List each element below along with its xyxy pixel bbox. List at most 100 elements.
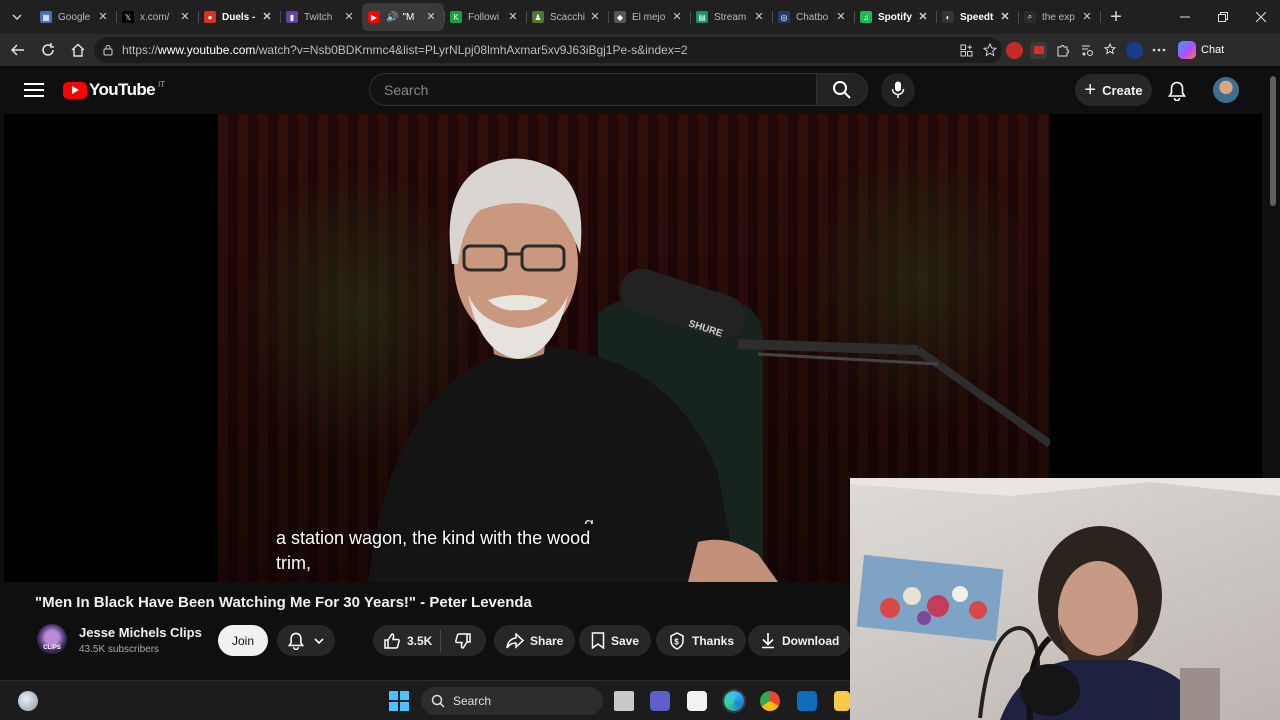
tab-close-icon[interactable]: ✕ xyxy=(752,10,766,24)
site-info-icon[interactable] xyxy=(102,44,114,56)
tab-close-icon[interactable]: ✕ xyxy=(424,10,438,24)
address-bar[interactable]: https://www.youtube.com/watch?v=Nsb0BDKm… xyxy=(94,37,1002,63)
task-view-icon[interactable] xyxy=(614,691,634,711)
favorite-star-button[interactable] xyxy=(982,42,998,58)
browser-tab[interactable]: ⌕ the exp ✕ xyxy=(1018,3,1101,31)
voice-search-button[interactable] xyxy=(881,73,915,107)
browser-tab[interactable]: ● Duels - ✕ xyxy=(198,3,281,31)
share-label: Share xyxy=(530,633,564,648)
download-label: Download xyxy=(782,633,840,648)
browser-tab[interactable]: K Followi ✕ xyxy=(444,3,527,31)
browser-tab[interactable]: ♫ Spotify ✕ xyxy=(854,3,937,31)
edge-browser-icon[interactable] xyxy=(722,689,746,713)
tab-close-icon[interactable]: ✕ xyxy=(916,10,930,24)
arrow-left-icon xyxy=(11,44,24,56)
teams-icon[interactable] xyxy=(650,691,670,711)
taskbar-search[interactable]: Search xyxy=(421,687,603,715)
browser-tab[interactable]: ◆ El mejo ✕ xyxy=(608,3,691,31)
youtube-masthead: YouTube IT Search + Create xyxy=(0,66,1266,114)
join-button[interactable]: Join xyxy=(218,625,268,656)
browser-tab[interactable]: 𝕏x.com/ ✕ xyxy=(116,3,199,31)
browser-tab[interactable]: ◎ Chatbo ✕ xyxy=(772,3,855,31)
save-button[interactable]: Save xyxy=(579,625,652,656)
file-explorer-icon[interactable] xyxy=(834,691,850,711)
tab-title: Scacchi xyxy=(550,11,586,23)
new-tab-button[interactable]: + xyxy=(1102,3,1130,31)
browser-tab[interactable]: ◐ Speedt ✕ xyxy=(936,3,1019,31)
tab-favicon-icon: ♟ xyxy=(532,11,544,23)
tab-favicon-icon: ▶ xyxy=(368,11,380,23)
tab-close-icon[interactable]: ✕ xyxy=(1080,10,1094,24)
subscription-notifications-button[interactable] xyxy=(277,625,335,656)
tab-close-icon[interactable]: ✕ xyxy=(670,10,684,24)
thanks-button[interactable]: $ Thanks xyxy=(656,625,747,656)
notifications-button[interactable] xyxy=(1164,78,1190,104)
search-button[interactable] xyxy=(816,73,868,106)
close-window-button[interactable] xyxy=(1242,0,1280,34)
search-icon xyxy=(431,694,445,708)
tab-close-icon[interactable]: ✕ xyxy=(506,10,520,24)
download-button[interactable]: Download xyxy=(748,625,852,656)
microsoft-store-icon[interactable] xyxy=(687,691,707,711)
browser-tab[interactable]: ▶ 🔊 "M ✕ xyxy=(362,3,445,31)
tab-favicon-icon: ♫ xyxy=(860,11,872,23)
start-button[interactable] xyxy=(389,691,409,711)
extensions-icon[interactable] xyxy=(1054,42,1071,59)
account-avatar[interactable] xyxy=(1213,77,1239,103)
tab-title: Google xyxy=(58,11,91,23)
search-input[interactable]: Search xyxy=(369,73,816,106)
webcam-feed-illustration xyxy=(850,478,1280,720)
tab-close-icon[interactable]: ✕ xyxy=(588,10,602,24)
dislike-button[interactable] xyxy=(441,625,485,656)
tab-list-button[interactable] xyxy=(4,4,30,30)
tab-close-icon[interactable]: ✕ xyxy=(834,10,848,24)
tab-close-icon[interactable]: ✕ xyxy=(96,10,110,24)
browser-tab[interactable]: ▤ Stream ✕ xyxy=(690,3,773,31)
favorites-icon[interactable] xyxy=(1102,42,1119,59)
tab-favicon-icon: ● xyxy=(204,11,216,23)
app-available-icon[interactable] xyxy=(958,42,974,58)
url-path: /watch?v=Nsb0BDKmmc4&list=PLyrNLpj08lmhA… xyxy=(255,43,688,57)
ellipsis-icon xyxy=(1152,48,1165,52)
thumbs-up-icon xyxy=(384,632,400,649)
channel-avatar[interactable]: CLIPS xyxy=(37,624,67,654)
tab-close-icon[interactable]: ✕ xyxy=(260,10,274,24)
channel-name[interactable]: Jesse Michels Clips xyxy=(79,625,202,640)
tab-title: Spotify xyxy=(878,11,912,23)
copilot-chat-button[interactable]: Chat xyxy=(1178,41,1224,59)
guide-menu-button[interactable] xyxy=(22,78,46,102)
share-button[interactable]: Share xyxy=(494,625,576,656)
tab-title: x.com/ xyxy=(140,11,170,23)
browser-tab[interactable]: ▦ Google ✕ xyxy=(34,3,117,31)
like-button[interactable]: 3.5K xyxy=(373,629,441,652)
more-options-icon[interactable] xyxy=(1150,42,1167,59)
webcam-overlay xyxy=(850,478,1280,720)
hamburger-line xyxy=(24,83,44,85)
tab-favicon-icon: ◎ xyxy=(778,11,790,23)
home-button[interactable] xyxy=(64,36,92,64)
red-badge-extension-icon[interactable] xyxy=(1030,41,1047,59)
restore-button[interactable] xyxy=(1204,0,1242,34)
tab-audio-icon[interactable]: 🔊 xyxy=(386,12,398,23)
tab-close-icon[interactable]: ✕ xyxy=(998,10,1012,24)
bell-icon xyxy=(287,632,304,650)
profile-extension-icon[interactable] xyxy=(1126,41,1143,59)
chrome-icon[interactable] xyxy=(760,691,780,711)
outlook-icon[interactable] xyxy=(797,691,817,711)
tab-close-icon[interactable]: ✕ xyxy=(178,10,192,24)
tab-close-icon[interactable]: ✕ xyxy=(342,10,356,24)
weather-widget-icon[interactable] xyxy=(18,691,38,711)
browser-tab[interactable]: ▮ Twitch ✕ xyxy=(280,3,363,31)
split-screen-icon[interactable] xyxy=(1078,42,1095,59)
refresh-button[interactable] xyxy=(34,36,62,64)
minimize-button[interactable] xyxy=(1166,0,1204,34)
browser-tab[interactable]: ♟ Scacchi ✕ xyxy=(526,3,609,31)
scrollbar-thumb[interactable] xyxy=(1270,76,1276,206)
caption-line: a station wagon, the kind with the wood xyxy=(276,528,591,548)
tab-title: El mejo xyxy=(632,11,666,23)
create-button[interactable]: + Create xyxy=(1075,74,1152,106)
back-button[interactable] xyxy=(4,36,32,64)
tab-favicon-icon: ⌕ xyxy=(1024,11,1036,23)
youtube-logo[interactable]: YouTube IT xyxy=(63,80,165,100)
adblock-extension-icon[interactable] xyxy=(1006,41,1023,59)
